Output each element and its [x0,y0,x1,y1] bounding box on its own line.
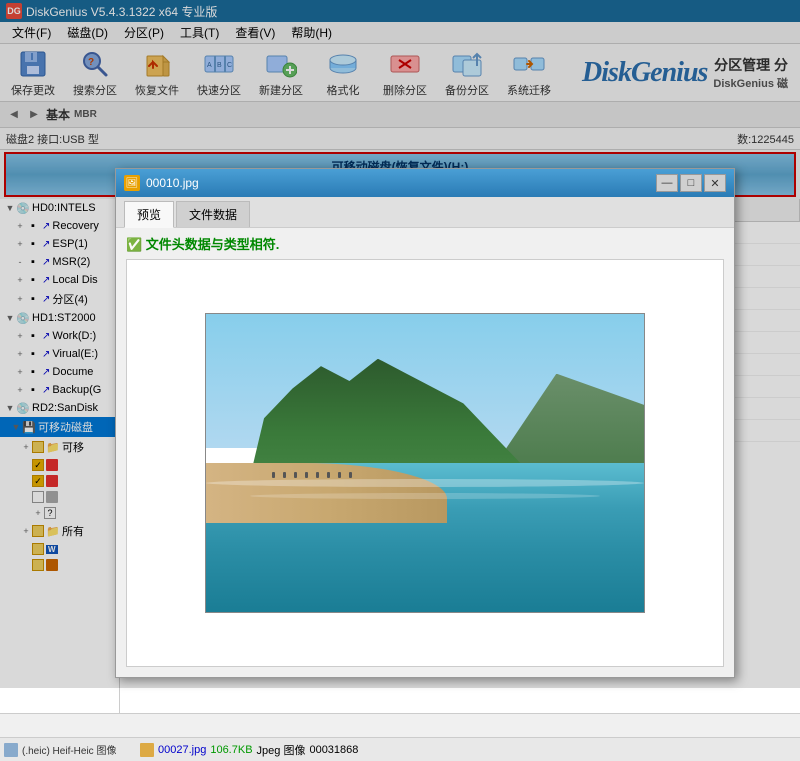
file1-icon [4,743,18,757]
tab-preview[interactable]: 预览 [124,201,174,228]
person [283,472,286,478]
wave2-layer [250,493,600,499]
status-bar [0,713,800,737]
beach-image [205,313,645,613]
file2-name: 00027.jpg [158,744,206,756]
person [272,472,275,478]
wave1-layer [206,479,644,487]
modal-tabs: 预览 文件数据 [116,197,734,228]
modal-title: 00010.jpg [146,176,656,190]
person [316,472,319,478]
bottom-file-bar: (.heic) Heif-Heic 图像 00027.jpg 106.7KB J… [0,737,800,761]
file2-type: Jpeg 图像 [257,742,306,758]
modal-controls: — □ ✕ [656,174,726,192]
modal-icon: 🖼 [124,175,140,191]
modal-status: ✅ 文件头数据与类型相符. [116,228,734,259]
file2-size: 106.7KB [210,744,252,756]
modal-window: 🖼 00010.jpg — □ ✕ 预览 文件数据 ✅ 文件头数据与类型相符. [115,168,735,678]
person [349,472,352,478]
tab-filedata[interactable]: 文件数据 [176,201,250,227]
people-layer [272,472,352,478]
status-text: ✅ 文件头数据与类型相符. [126,234,279,253]
file1-name: (.heic) Heif-Heic 图像 [22,742,116,757]
person [294,472,297,478]
person [305,472,308,478]
file2-icon [140,743,154,757]
person [338,472,341,478]
minimize-button[interactable]: — [656,174,678,192]
close-button[interactable]: ✕ [704,174,726,192]
person [327,472,330,478]
modal-image-area [126,259,724,667]
maximize-button[interactable]: □ [680,174,702,192]
modal-title-bar: 🖼 00010.jpg — □ ✕ [116,169,734,197]
file2-id: 00031868 [309,744,358,756]
